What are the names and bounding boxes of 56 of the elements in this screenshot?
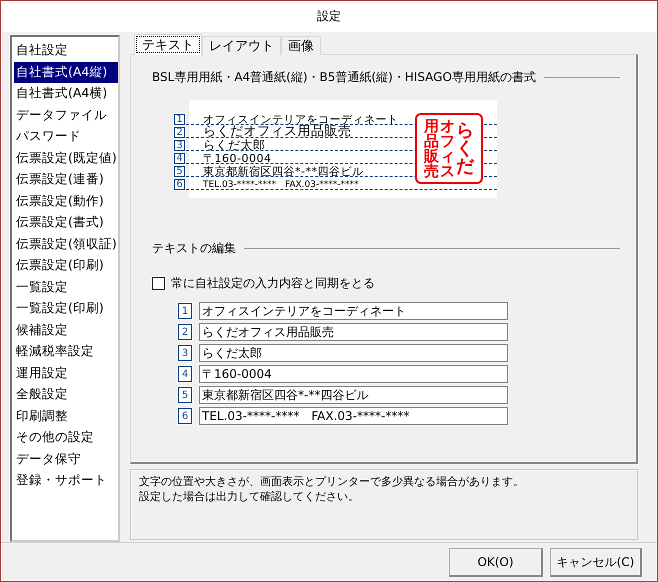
stamp-text: 用品販売	[424, 118, 439, 178]
sidebar-item[interactable]: 一覧設定(印刷)	[14, 298, 118, 320]
checkbox[interactable]	[152, 277, 165, 290]
group-heading: BSL専用用紙・A4普通紙(縦)・B5普通紙(縦)・HISAGO専用用紙の書式	[152, 69, 536, 86]
line-number: 6	[174, 179, 185, 190]
sidebar-item[interactable]: 伝票設定(連番)	[14, 169, 118, 190]
input-field[interactable]: らくだオフィス用品販売	[199, 323, 508, 341]
group-heading: テキストの編集	[152, 240, 236, 257]
message-text: 文字の位置や大きさが、画面表示とプリンターで多少異なる場合があります。	[139, 474, 525, 490]
input-field[interactable]: 東京都新宿区四谷*-**四谷ビル	[199, 386, 508, 404]
checkbox-label[interactable]: 常に自社設定の入力内容と同期をとる	[171, 275, 375, 292]
sidebar-item[interactable]: 全般設定	[14, 384, 118, 406]
input-field[interactable]: らくだ太郎	[199, 344, 508, 362]
line-number: 1	[178, 303, 192, 319]
line-number: 6	[178, 408, 192, 424]
line-number: 5	[174, 166, 185, 177]
input-field[interactable]: 〒160-0004	[199, 365, 508, 383]
sidebar-item[interactable]: 伝票設定(動作)	[14, 190, 118, 212]
sidebar-item[interactable]: 軽減税率設定	[14, 341, 118, 362]
sidebar-item[interactable]: その他の設定	[14, 427, 118, 448]
sidebar-item[interactable]: データファイル	[14, 104, 118, 126]
ok-button[interactable]: OK(O)	[449, 548, 543, 577]
sidebar-item[interactable]: 伝票設定(印刷)	[14, 255, 118, 276]
sidebar-item[interactable]: 自社設定	[14, 40, 118, 62]
preview-text: 東京都新宿区四谷*-**四谷ビル	[203, 166, 364, 177]
tab[interactable]: レイアウト	[202, 36, 281, 55]
sidebar-item[interactable]: 自社書式(A4横)	[14, 83, 118, 104]
tab[interactable]: テキスト	[134, 34, 202, 55]
input-field[interactable]: オフィスインテリアをコーディネート	[199, 302, 508, 320]
sidebar-item[interactable]: 候補設定	[14, 320, 118, 341]
sidebar-item[interactable]: 一覧設定	[14, 276, 118, 298]
input-field[interactable]: TEL.03-****-**** FAX.03-****-****	[199, 407, 508, 425]
line-number: 4	[174, 153, 185, 164]
sidebar-item[interactable]: データ保守	[14, 448, 118, 470]
line-number: 4	[178, 366, 192, 382]
stamp-text: らくだ	[456, 122, 474, 176]
sidebar-item[interactable]: 登録・サポート	[14, 470, 118, 492]
window-title: 設定	[317, 8, 341, 25]
sidebar-item[interactable]: 運用設定	[14, 362, 118, 384]
line-number: 3	[178, 345, 192, 361]
line-number: 2	[178, 324, 192, 340]
sidebar-item[interactable]: 伝票設定(書式)	[14, 212, 118, 234]
message-text: 設定した場合は出力して確認してください。	[139, 489, 360, 504]
sidebar-item[interactable]: 自社書式(A4縦)	[14, 62, 118, 83]
sidebar-item[interactable]: 伝票設定(領収証)	[14, 234, 118, 255]
sidebar-item[interactable]: 伝票設定(既定値)	[14, 148, 118, 169]
line-number: 1	[174, 114, 185, 125]
cancel-button[interactable]: キャンセル(C)	[550, 548, 642, 577]
line-number: 5	[178, 387, 192, 403]
preview-text: 〒160-0004	[203, 153, 272, 164]
tab[interactable]: 画像	[281, 36, 321, 55]
preview-text: らくだオフィス用品販売	[203, 125, 352, 138]
preview-text: TEL.03-****-**** FAX.03-****-****	[203, 181, 358, 190]
sidebar-item[interactable]: 印刷調整	[14, 406, 118, 427]
stamp-text: オフィス	[440, 118, 455, 178]
sidebar-item[interactable]: パスワード	[14, 126, 118, 148]
